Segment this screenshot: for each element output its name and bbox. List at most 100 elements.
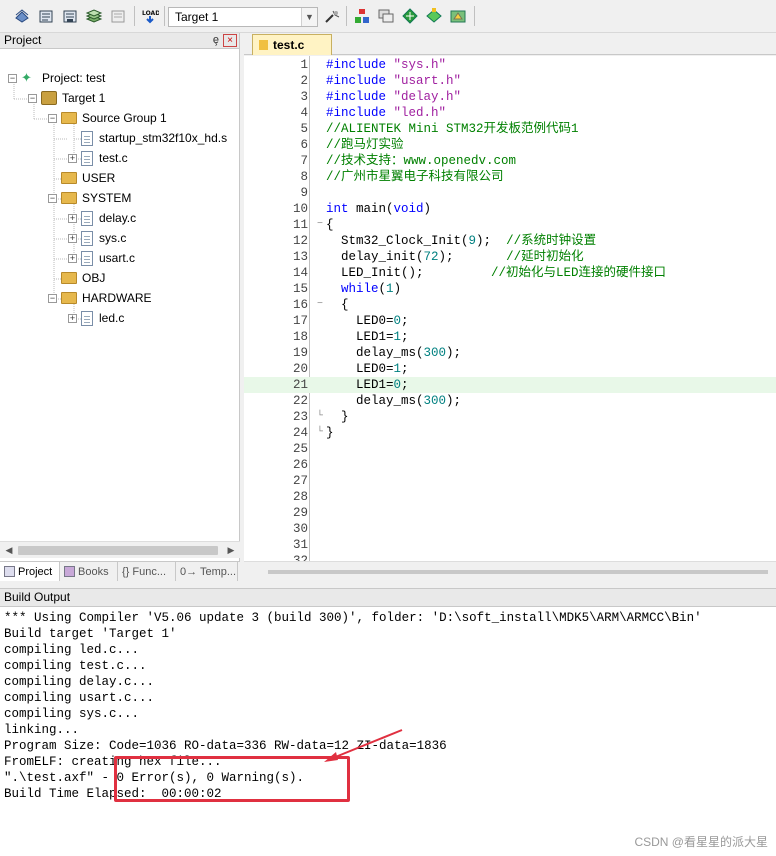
target-options-icon[interactable] [322, 6, 342, 26]
tree-item[interactable]: − ✦ Project: test [8, 68, 105, 88]
select-packs-icon[interactable] [400, 6, 420, 26]
tab-functions[interactable]: {} Func... [118, 562, 176, 581]
code-token: main( [348, 202, 394, 216]
tree-item-label: led.c [99, 311, 125, 325]
project-panel-title: Project [4, 33, 42, 47]
code-text: LED0=1; [326, 361, 409, 377]
tree-expander-icon[interactable]: − [48, 293, 57, 303]
code-line[interactable]: 19 delay_ms(300); [244, 345, 776, 361]
tree-item[interactable]: startup_stm32f10x_hd.s [68, 128, 227, 148]
code-line[interactable]: 25 [244, 441, 776, 457]
code-line[interactable]: 13 delay_init(72); //延时初始化 [244, 249, 776, 265]
folder-icon [61, 292, 77, 304]
code-line[interactable]: 10 int main(void) [244, 201, 776, 217]
code-line[interactable]: 7 //技术支持：www.openedv.com [244, 153, 776, 169]
code-line[interactable]: 32 [244, 553, 776, 561]
folder-icon [61, 272, 77, 284]
code-line[interactable]: 24 └} [244, 425, 776, 441]
scroll-thumb[interactable] [18, 546, 218, 555]
tree-item[interactable]: − Source Group 1 [48, 108, 167, 128]
code-line[interactable]: 15 while(1) [244, 281, 776, 297]
tree-expander-icon[interactable]: + [68, 313, 77, 323]
tree-expander-icon[interactable]: − [48, 113, 57, 123]
code-line[interactable]: 9 [244, 185, 776, 201]
scroll-left-icon[interactable]: ◀ [2, 544, 16, 556]
tree-item[interactable]: + delay.c [68, 208, 136, 228]
tree-item[interactable]: USER [48, 168, 115, 188]
stop-build-icon[interactable] [108, 6, 128, 26]
tree-expander-icon[interactable]: + [68, 213, 77, 223]
tab-books[interactable]: Books [60, 562, 118, 581]
manage-project-icon[interactable] [352, 6, 372, 26]
build-log-line: compiling usart.c... [4, 691, 155, 705]
code-line[interactable]: 23 └ } [244, 409, 776, 425]
tree-expander-icon[interactable]: − [28, 93, 37, 103]
code-line[interactable]: 14 LED_Init(); //初始化与LED连接的硬件接口 [244, 265, 776, 281]
code-text: //技术支持：www.openedv.com [326, 153, 516, 169]
line-number: 2 [300, 74, 308, 88]
tab-templates[interactable]: 0→ Temp... [176, 562, 238, 581]
code-line[interactable]: 29 [244, 505, 776, 521]
tree-item[interactable]: + sys.c [68, 228, 126, 248]
tree-item[interactable]: + led.c [68, 308, 124, 328]
code-line[interactable]: 27 [244, 473, 776, 489]
tree-item[interactable]: − Target 1 [28, 88, 105, 108]
code-text: LED_Init(); //初始化与LED连接的硬件接口 [326, 265, 666, 281]
code-text: { [326, 217, 334, 233]
line-number: 4 [300, 106, 308, 120]
code-line[interactable]: 22 delay_ms(300); [244, 393, 776, 409]
tree-expander-icon[interactable]: + [68, 233, 77, 243]
code-text: #include "delay.h" [326, 89, 461, 105]
tree-expander-icon[interactable]: − [48, 193, 57, 203]
code-line[interactable]: 20 LED0=1; [244, 361, 776, 377]
tree-item-label: OBJ [82, 271, 106, 285]
code-line[interactable]: 21 LED1=0; [244, 377, 776, 393]
code-token: int [326, 202, 349, 216]
code-line[interactable]: 16− { [244, 297, 776, 313]
build-icon[interactable] [36, 6, 56, 26]
tree-item[interactable]: − HARDWARE [48, 288, 152, 308]
project-panel-hscrollbar[interactable]: ◀ ▶ [0, 541, 240, 558]
code-line[interactable]: 17 LED0=0; [244, 313, 776, 329]
tree-item[interactable]: OBJ [48, 268, 105, 288]
editor-scroll-thumb[interactable] [268, 570, 768, 574]
tree-item[interactable]: − SYSTEM [48, 188, 131, 208]
code-line[interactable]: 12 Stm32_Clock_Init(9); //系统时钟设置 [244, 233, 776, 249]
code-line[interactable]: 2 #include "usart.h" [244, 73, 776, 89]
tab-project[interactable]: Project [0, 562, 60, 581]
chevron-down-icon[interactable]: ▼ [301, 8, 317, 26]
translate-icon[interactable] [12, 6, 32, 26]
tree-item[interactable]: + usart.c [68, 248, 135, 268]
code-line[interactable]: 5 //ALIENTEK Mini STM32开发板范例代码1 [244, 121, 776, 137]
code-line[interactable]: 11−{ [244, 217, 776, 233]
editor-hscrollbar[interactable] [244, 561, 776, 581]
batch-build-icon[interactable] [84, 6, 104, 26]
tree-expander-icon[interactable]: − [8, 73, 17, 83]
download-icon[interactable]: LOAD [140, 6, 160, 26]
code-line[interactable]: 4 #include "led.h" [244, 105, 776, 121]
manage-run-time-icon[interactable] [448, 6, 468, 26]
code-line[interactable]: 26 [244, 457, 776, 473]
code-line[interactable]: 18 LED1=1; [244, 329, 776, 345]
code-line[interactable]: 1 #include "sys.h" [244, 57, 776, 73]
target-select[interactable]: Target 1 ▼ [168, 7, 318, 27]
code-line[interactable]: 8 //广州市星翼电子科技有限公司 [244, 169, 776, 185]
tree-expander-icon[interactable]: + [68, 253, 77, 263]
tree-expander-icon[interactable]: + [68, 153, 77, 163]
code-token: 0 [393, 314, 402, 328]
file-extensions-icon[interactable] [376, 6, 396, 26]
rebuild-icon[interactable] [60, 6, 80, 26]
tree-item[interactable]: + test.c [68, 148, 128, 168]
code-line[interactable]: 31 [244, 537, 776, 553]
code-line[interactable]: 6 //跑马灯实验 [244, 137, 776, 153]
pack-installer-icon[interactable] [424, 6, 444, 26]
tab-test-c[interactable]: test.c [252, 34, 332, 55]
code-line[interactable]: 3 #include "delay.h" [244, 89, 776, 105]
code-line[interactable]: 28 [244, 489, 776, 505]
scroll-right-icon[interactable]: ▶ [224, 544, 238, 556]
code-line[interactable]: 30 [244, 521, 776, 537]
close-icon[interactable]: × [223, 34, 237, 47]
code-editor[interactable]: 1 #include "sys.h" 2 #include "usart.h" 3 #in… [244, 56, 776, 561]
pin-icon[interactable]: ȩ [213, 33, 219, 48]
